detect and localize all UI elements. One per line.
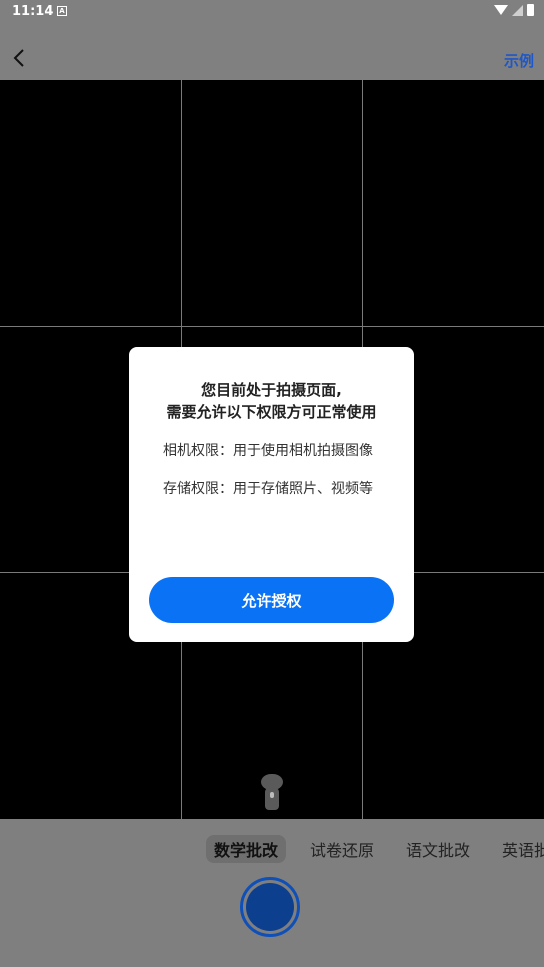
tab-chinese-grading[interactable]: 语文批改 [406,837,470,861]
shutter-button[interactable] [240,877,300,937]
wifi-icon [494,5,508,15]
back-arrow-icon[interactable] [8,46,32,70]
example-link[interactable]: 示例 [504,50,534,71]
top-bar: 示例 [0,36,544,80]
mode-tabs: 数学批改 试卷还原 语文批改 英语批 [206,835,544,863]
shutter-inner [246,883,294,931]
signal-icon [512,4,523,16]
dialog-title-line1: 您目前处于拍摄页面, [201,381,342,399]
tab-math-grading[interactable]: 数学批改 [206,835,287,863]
battery-icon [527,4,534,16]
mode-bar: 数学批改 试卷还原 语文批改 英语批 [0,819,544,967]
dialog-title: 您目前处于拍摄页面, 需要允许以下权限方可正常使用 [149,379,394,423]
allow-permission-button[interactable]: 允许授权 [149,577,394,623]
flashlight-icon[interactable] [260,774,284,812]
status-icons [494,4,534,16]
dialog-title-line2: 需要允许以下权限方可正常使用 [166,403,377,421]
permission-dialog: 您目前处于拍摄页面, 需要允许以下权限方可正常使用 相机权限：用于使用相机拍摄图… [129,347,414,642]
storage-permission-text: 存储权限：用于存储照片、视频等 [163,481,373,497]
status-time: 11:14 [12,4,54,19]
camera-permission-text: 相机权限：用于使用相机拍摄图像 [163,443,373,459]
notification-icon: A [57,6,67,16]
tab-english-grading[interactable]: 英语批 [502,837,544,861]
grid-line [0,326,544,327]
tab-paper-restore[interactable]: 试卷还原 [310,837,374,861]
status-bar: 11:14 A [0,0,544,24]
